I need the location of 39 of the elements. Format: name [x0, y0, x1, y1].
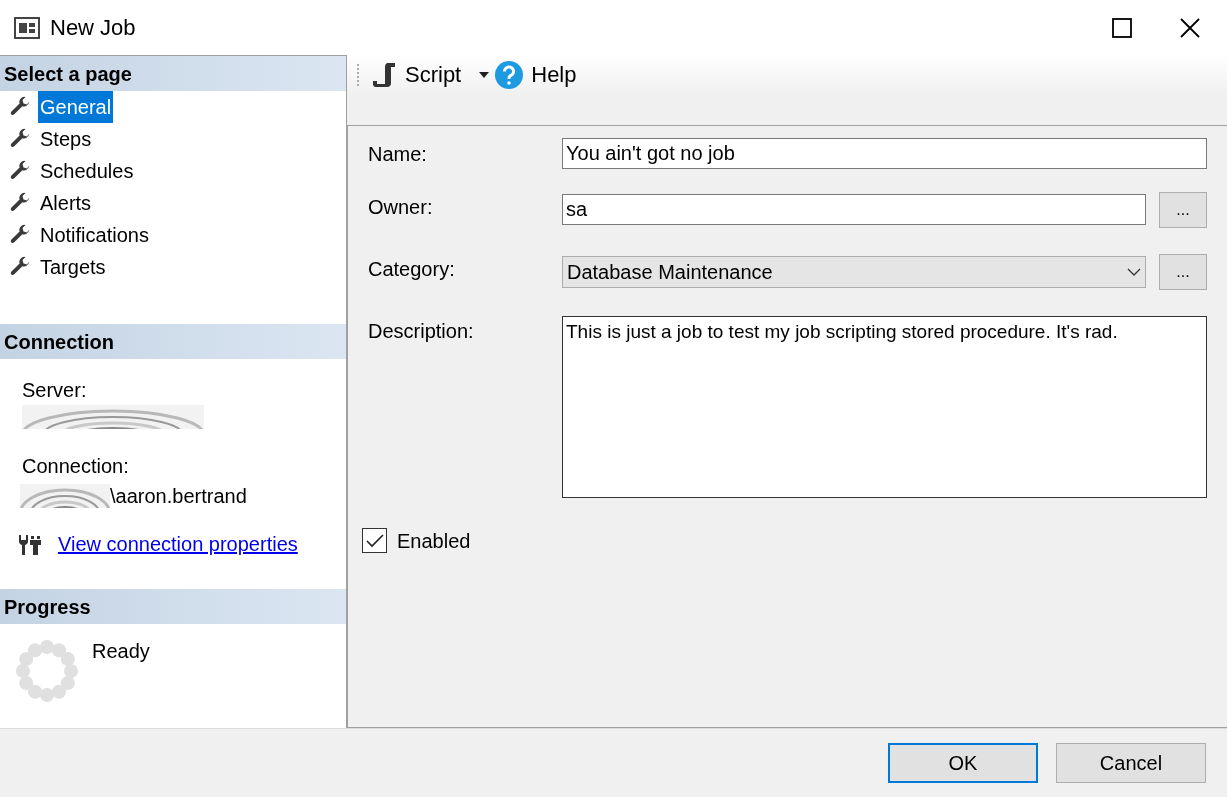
browse-button[interactable]: ... — [1159, 191, 1207, 228]
enabled-checkbox[interactable] — [362, 528, 387, 554]
cancel-button[interactable]: Cancel — [1056, 743, 1206, 783]
script-button[interactable]: Script — [371, 58, 462, 92]
connection-label: Connection: — [22, 454, 130, 479]
progress-status: Ready — [92, 639, 150, 664]
description-field[interactable]: This is just a job to test my job scripting stored procedure. It's rad. — [562, 315, 1207, 498]
caret-icon[interactable] — [479, 71, 490, 78]
section-header: Progress — [0, 589, 346, 624]
maximize-icon — [1112, 17, 1132, 38]
enabled-label: Enabled — [397, 528, 471, 554]
section-header: Select a page — [0, 56, 346, 91]
help-icon — [495, 60, 524, 89]
ok-button[interactable]: OK — [888, 743, 1038, 783]
window-title: New Job — [50, 14, 136, 42]
close-icon — [1180, 17, 1200, 38]
scroll-icon — [371, 60, 397, 89]
chevron-down-icon — [1127, 267, 1141, 276]
name-field[interactable]: You ain't got no job — [562, 138, 1207, 170]
spinner-icon — [16, 640, 78, 702]
browse-button[interactable]: ... — [1159, 253, 1207, 290]
page-item[interactable]: Notifications — [38, 219, 151, 251]
help-button[interactable]: Help — [495, 58, 577, 92]
connection-value: \aaron.bertrand — [110, 484, 247, 509]
owner-label: Owner: — [368, 194, 434, 220]
page-item[interactable]: Targets — [38, 251, 108, 283]
category-label: Category: — [368, 256, 456, 282]
section-header: Connection — [0, 324, 346, 359]
page-item[interactable]: General — [38, 91, 114, 123]
server-label: Server: — [22, 378, 88, 403]
window-icon — [14, 16, 40, 39]
page-item[interactable]: Alerts — [38, 187, 94, 219]
page-item[interactable]: Schedules — [38, 155, 136, 187]
category-dropdown[interactable]: Database Maintenance — [562, 255, 1146, 288]
name-label: Name: — [368, 141, 428, 167]
page-item[interactable]: Steps — [38, 123, 94, 155]
owner-field[interactable]: sa — [562, 194, 1146, 226]
description-label: Description: — [368, 318, 475, 344]
view-connection-link[interactable]: View connection properties — [58, 529, 298, 559]
